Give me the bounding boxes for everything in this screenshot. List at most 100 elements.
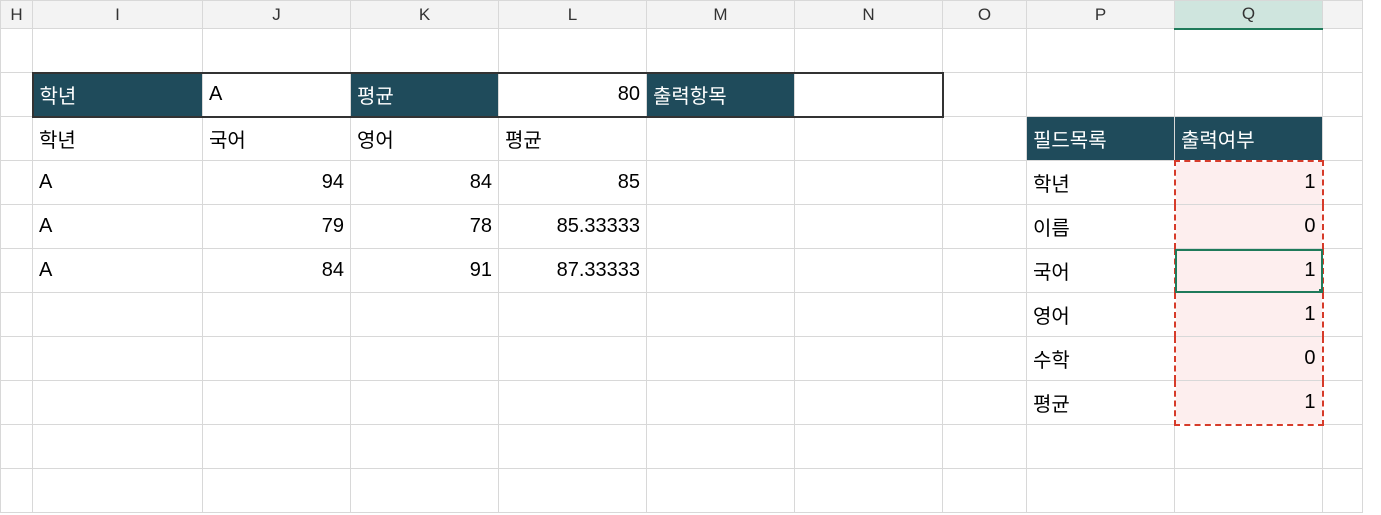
- col-header-blank[interactable]: [1323, 1, 1363, 29]
- cell[interactable]: [943, 337, 1027, 381]
- table-row-eng[interactable]: 91: [351, 249, 499, 293]
- fieldlist-flag[interactable]: 0: [1175, 337, 1323, 381]
- cell[interactable]: [647, 117, 795, 161]
- cell[interactable]: [943, 293, 1027, 337]
- cell[interactable]: [795, 249, 943, 293]
- cell[interactable]: [351, 425, 499, 469]
- col-header-H[interactable]: H: [1, 1, 33, 29]
- criteria-avg-value[interactable]: 80: [499, 73, 647, 117]
- fieldlist-header-name[interactable]: 필드목록: [1027, 117, 1175, 161]
- cell[interactable]: [647, 293, 795, 337]
- col-header-L[interactable]: L: [499, 1, 647, 29]
- cell[interactable]: [203, 293, 351, 337]
- col-header-Q[interactable]: Q: [1175, 1, 1323, 29]
- cell[interactable]: [351, 381, 499, 425]
- criteria-label-grade[interactable]: 학년: [33, 73, 203, 117]
- cell[interactable]: [351, 469, 499, 513]
- cell[interactable]: [33, 469, 203, 513]
- cell[interactable]: [203, 469, 351, 513]
- cell[interactable]: [795, 161, 943, 205]
- cell[interactable]: [943, 381, 1027, 425]
- cell[interactable]: [647, 249, 795, 293]
- fieldlist-name[interactable]: 국어: [1027, 249, 1175, 293]
- fieldlist-flag[interactable]: 1: [1175, 293, 1323, 337]
- cell[interactable]: [203, 29, 351, 73]
- cell[interactable]: [203, 425, 351, 469]
- cell[interactable]: [647, 205, 795, 249]
- cell[interactable]: [943, 425, 1027, 469]
- table-row-eng[interactable]: 78: [351, 205, 499, 249]
- cell[interactable]: [1, 425, 33, 469]
- table-row-avg[interactable]: 87.33333: [499, 249, 647, 293]
- cell[interactable]: [33, 29, 203, 73]
- table-row-grade[interactable]: A: [33, 161, 203, 205]
- table-header-avg[interactable]: 평균: [499, 117, 647, 161]
- cell[interactable]: [1323, 337, 1363, 381]
- cell[interactable]: [1175, 469, 1323, 513]
- cell[interactable]: [1323, 205, 1363, 249]
- table-row-kor[interactable]: 94: [203, 161, 351, 205]
- cell[interactable]: [943, 205, 1027, 249]
- cell[interactable]: [499, 337, 647, 381]
- fieldlist-flag[interactable]: 0: [1175, 205, 1323, 249]
- fieldlist-name[interactable]: 학년: [1027, 161, 1175, 205]
- cell[interactable]: [1323, 29, 1363, 73]
- cell[interactable]: [351, 29, 499, 73]
- cell[interactable]: [33, 293, 203, 337]
- cell[interactable]: [33, 425, 203, 469]
- criteria-label-avg[interactable]: 평균: [351, 73, 499, 117]
- col-header-P[interactable]: P: [1027, 1, 1175, 29]
- cell[interactable]: [943, 29, 1027, 73]
- cell[interactable]: [795, 337, 943, 381]
- cell[interactable]: [203, 381, 351, 425]
- table-row-avg[interactable]: 85: [499, 161, 647, 205]
- cell[interactable]: [1175, 425, 1323, 469]
- cell[interactable]: [1323, 73, 1363, 117]
- table-row-grade[interactable]: A: [33, 249, 203, 293]
- cell[interactable]: [795, 205, 943, 249]
- cell[interactable]: [647, 337, 795, 381]
- cell[interactable]: [1323, 469, 1363, 513]
- cell[interactable]: [1027, 73, 1175, 117]
- cell[interactable]: [499, 469, 647, 513]
- fieldlist-name[interactable]: 평균: [1027, 381, 1175, 425]
- fieldlist-name[interactable]: 영어: [1027, 293, 1175, 337]
- cell[interactable]: [943, 73, 1027, 117]
- cell[interactable]: [647, 29, 795, 73]
- cell[interactable]: [795, 117, 943, 161]
- cell[interactable]: [33, 381, 203, 425]
- fieldlist-flag[interactable]: 1: [1175, 381, 1323, 425]
- cell[interactable]: [795, 29, 943, 73]
- cell[interactable]: [943, 117, 1027, 161]
- table-header-eng[interactable]: 영어: [351, 117, 499, 161]
- cell[interactable]: [1, 249, 33, 293]
- fieldlist-header-flag[interactable]: 출력여부: [1175, 117, 1323, 161]
- table-row-kor[interactable]: 84: [203, 249, 351, 293]
- cell[interactable]: [1, 73, 33, 117]
- cell[interactable]: [33, 337, 203, 381]
- cell[interactable]: [499, 293, 647, 337]
- table-row-avg[interactable]: 85.33333: [499, 205, 647, 249]
- table-row-grade[interactable]: A: [33, 205, 203, 249]
- cell[interactable]: [795, 293, 943, 337]
- cell[interactable]: [1, 161, 33, 205]
- col-header-O[interactable]: O: [943, 1, 1027, 29]
- cell[interactable]: [1027, 425, 1175, 469]
- cell[interactable]: [1, 337, 33, 381]
- criteria-output-value[interactable]: [795, 73, 943, 117]
- criteria-grade-value[interactable]: A: [203, 73, 351, 117]
- cell[interactable]: [943, 469, 1027, 513]
- fieldlist-flag-selected[interactable]: 1: [1175, 249, 1323, 293]
- cell[interactable]: [1027, 469, 1175, 513]
- cell[interactable]: [943, 249, 1027, 293]
- table-row-eng[interactable]: 84: [351, 161, 499, 205]
- cell[interactable]: [1, 117, 33, 161]
- col-header-K[interactable]: K: [351, 1, 499, 29]
- spreadsheet-grid[interactable]: H I J K L M N O P Q: [0, 0, 1363, 513]
- criteria-label-output[interactable]: 출력항목: [647, 73, 795, 117]
- cell[interactable]: [499, 29, 647, 73]
- column-header-row[interactable]: H I J K L M N O P Q: [1, 1, 1363, 29]
- cell[interactable]: [1, 469, 33, 513]
- table-header-grade[interactable]: 학년: [33, 117, 203, 161]
- cell[interactable]: [1027, 29, 1175, 73]
